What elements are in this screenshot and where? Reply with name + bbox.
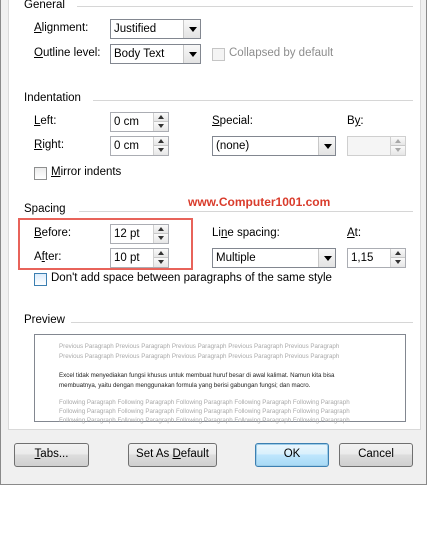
preview-current-line: membuatnya, yaitu dengan menggunakan for…: [59, 382, 311, 389]
ok-button[interactable]: OK: [255, 443, 329, 467]
spin-up-icon[interactable]: [391, 137, 405, 146]
chevron-down-icon[interactable]: [318, 249, 335, 267]
right-indent-label: Right:: [34, 139, 65, 151]
indentation-group-title: Indentation: [24, 92, 81, 104]
spin-down-icon[interactable]: [391, 258, 405, 267]
right-indent-spinner[interactable]: 0 cm: [110, 136, 169, 156]
before-value: 12 pt: [114, 228, 140, 240]
preview-previous-line: Previous Paragraph Previous Paragraph Pr…: [59, 343, 340, 350]
outline-level-label: Outline level:: [34, 47, 101, 59]
indents-and-spacing-panel: General Alignment: Justified Outline lev…: [8, 0, 421, 430]
preview-following-line: Following Paragraph Following Paragraph …: [59, 417, 350, 424]
alignment-label: Alignment:: [34, 22, 89, 34]
spin-up-icon[interactable]: [154, 137, 168, 146]
by-label: By:: [347, 115, 364, 127]
by-spin-buttons[interactable]: [390, 137, 405, 155]
line-spacing-label: Line spacing:: [212, 227, 280, 239]
outline-level-value: Body Text: [114, 48, 165, 60]
preview-group-title: Preview: [24, 314, 65, 326]
set-as-default-button[interactable]: Set As Default: [128, 443, 217, 467]
left-indent-spinner[interactable]: 0 cm: [110, 112, 169, 132]
mirror-indents-label: Mirror indents: [51, 166, 122, 178]
right-indent-spin-buttons[interactable]: [153, 137, 168, 155]
special-value: (none): [216, 140, 250, 152]
spin-up-icon[interactable]: [154, 249, 168, 258]
right-indent-value: 0 cm: [114, 140, 139, 152]
at-spin-buttons[interactable]: [390, 249, 405, 267]
spin-up-icon[interactable]: [391, 249, 405, 258]
spin-up-icon[interactable]: [154, 225, 168, 234]
before-label: Before:: [34, 227, 72, 239]
spacing-group-title: Spacing: [24, 203, 66, 215]
after-spinner[interactable]: 10 pt: [110, 248, 169, 268]
spin-down-icon[interactable]: [154, 258, 168, 267]
at-label: At:: [347, 227, 362, 239]
preview-current-line: Excel tidak menyediakan fungsi khusus un…: [59, 372, 335, 379]
collapsed-by-default-label: Collapsed by default: [229, 47, 334, 59]
watermark-text: www.Computer1001.com: [188, 195, 331, 209]
tabs-button[interactable]: Tabs...: [14, 443, 89, 467]
alignment-dropdown[interactable]: Justified: [110, 19, 201, 39]
line-spacing-dropdown[interactable]: Multiple: [212, 248, 336, 268]
after-spin-buttons[interactable]: [153, 249, 168, 267]
preview-box: Previous Paragraph Previous Paragraph Pr…: [34, 334, 406, 424]
collapsed-by-default-checkbox[interactable]: [212, 48, 225, 61]
after-value: 10 pt: [114, 252, 140, 264]
chevron-down-icon[interactable]: [318, 137, 335, 155]
cancel-button[interactable]: Cancel: [339, 443, 413, 467]
preview-previous-line: Previous Paragraph Previous Paragraph Pr…: [59, 353, 340, 360]
after-label: After:: [34, 251, 62, 263]
spin-down-icon[interactable]: [154, 234, 168, 243]
paragraph-dialog: General Alignment: Justified Outline lev…: [0, 0, 427, 485]
by-spinner[interactable]: [347, 136, 406, 156]
dont-add-space-label: Don't add space between paragraphs of th…: [51, 272, 332, 284]
alignment-value: Justified: [114, 23, 157, 35]
spacing-separator: [79, 211, 413, 212]
line-spacing-value: Multiple: [216, 252, 256, 264]
indentation-separator: [93, 100, 413, 101]
chevron-down-icon[interactable]: [183, 45, 200, 63]
spin-down-icon[interactable]: [154, 146, 168, 155]
left-indent-label: Left:: [34, 115, 57, 127]
spin-down-icon[interactable]: [154, 122, 168, 131]
general-separator: [77, 6, 413, 7]
preview-separator: [71, 322, 413, 323]
left-indent-spin-buttons[interactable]: [153, 113, 168, 131]
mirror-indents-checkbox[interactable]: [34, 167, 47, 180]
outline-level-dropdown[interactable]: Body Text: [110, 44, 201, 64]
left-indent-value: 0 cm: [114, 116, 139, 128]
before-spin-buttons[interactable]: [153, 225, 168, 243]
at-value: 1,15: [351, 252, 374, 264]
spin-down-icon[interactable]: [391, 146, 405, 155]
special-label: Special:: [212, 115, 253, 127]
dont-add-space-checkbox[interactable]: [34, 273, 47, 286]
special-dropdown[interactable]: (none): [212, 136, 336, 156]
at-spinner[interactable]: 1,15: [347, 248, 406, 268]
general-group-title: General: [24, 0, 65, 11]
spin-up-icon[interactable]: [154, 113, 168, 122]
before-spinner[interactable]: 12 pt: [110, 224, 169, 244]
chevron-down-icon[interactable]: [183, 20, 200, 38]
